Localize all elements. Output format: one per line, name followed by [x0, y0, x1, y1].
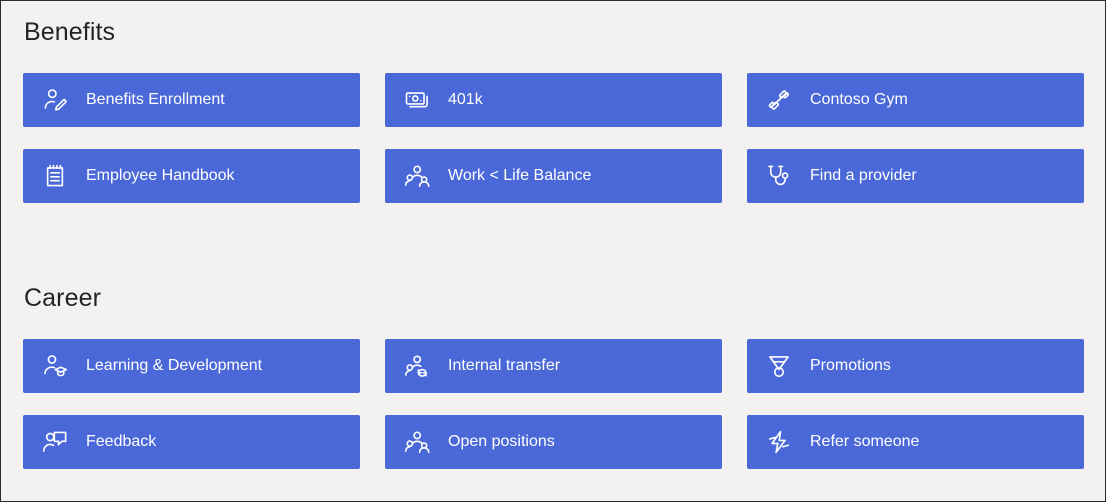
tile-grid-benefits: Benefits Enrollment 401k Contoso Gym Employ… — [23, 73, 1084, 203]
tile-internal-transfer[interactable]: Internal transfer — [385, 339, 722, 393]
tile-label: Benefits Enrollment — [86, 91, 225, 108]
tile-label: Refer someone — [810, 433, 920, 450]
people-group-icon — [404, 429, 430, 455]
tile-label: 401k — [448, 91, 483, 108]
person-feedback-icon — [42, 429, 68, 455]
people-sync-icon — [404, 353, 430, 379]
section-title-career: Career — [24, 284, 102, 312]
tile-label: Internal transfer — [448, 357, 561, 374]
tile-label: Employee Handbook — [86, 167, 235, 184]
tile-employee-handbook[interactable]: Employee Handbook — [23, 149, 360, 203]
tile-contoso-gym[interactable]: Contoso Gym — [747, 73, 1084, 127]
dumbbell-icon — [766, 87, 792, 113]
tile-find-a-provider[interactable]: Find a provider — [747, 149, 1084, 203]
tile-feedback[interactable]: Feedback — [23, 415, 360, 469]
tile-label: Feedback — [86, 433, 157, 450]
tile-label: Find a provider — [810, 167, 917, 184]
tile-label: Promotions — [810, 357, 891, 374]
tile-benefits-enrollment[interactable]: Benefits Enrollment — [23, 73, 360, 127]
notepad-icon — [42, 163, 68, 189]
lightning-bolt-icon — [766, 429, 792, 455]
tile-label: Open positions — [448, 433, 555, 450]
section-title-benefits: Benefits — [24, 18, 116, 46]
people-group-icon — [404, 163, 430, 189]
tile-401k[interactable]: 401k — [385, 73, 722, 127]
money-banknote-icon — [404, 87, 430, 113]
stethoscope-icon — [766, 163, 792, 189]
person-graduation-icon — [42, 353, 68, 379]
tile-label: Work < Life Balance — [448, 167, 592, 184]
tile-label: Contoso Gym — [810, 91, 908, 108]
tile-open-positions[interactable]: Open positions — [385, 415, 722, 469]
section-career: Career Learning & Development Internal tr… — [23, 283, 1084, 469]
page-frame: Benefits Benefits Enrollment 401k Contoso … — [0, 0, 1106, 502]
section-benefits: Benefits Benefits Enrollment 401k Contoso … — [23, 17, 1084, 203]
tile-grid-career: Learning & Development Internal transfer P… — [23, 339, 1084, 469]
tile-work-life-balance[interactable]: Work < Life Balance — [385, 149, 722, 203]
tile-learning-development[interactable]: Learning & Development — [23, 339, 360, 393]
tile-label: Learning & Development — [86, 357, 263, 374]
person-edit-icon — [42, 87, 68, 113]
tile-refer-someone[interactable]: Refer someone — [747, 415, 1084, 469]
tile-promotions[interactable]: Promotions — [747, 339, 1084, 393]
medal-icon — [766, 353, 792, 379]
